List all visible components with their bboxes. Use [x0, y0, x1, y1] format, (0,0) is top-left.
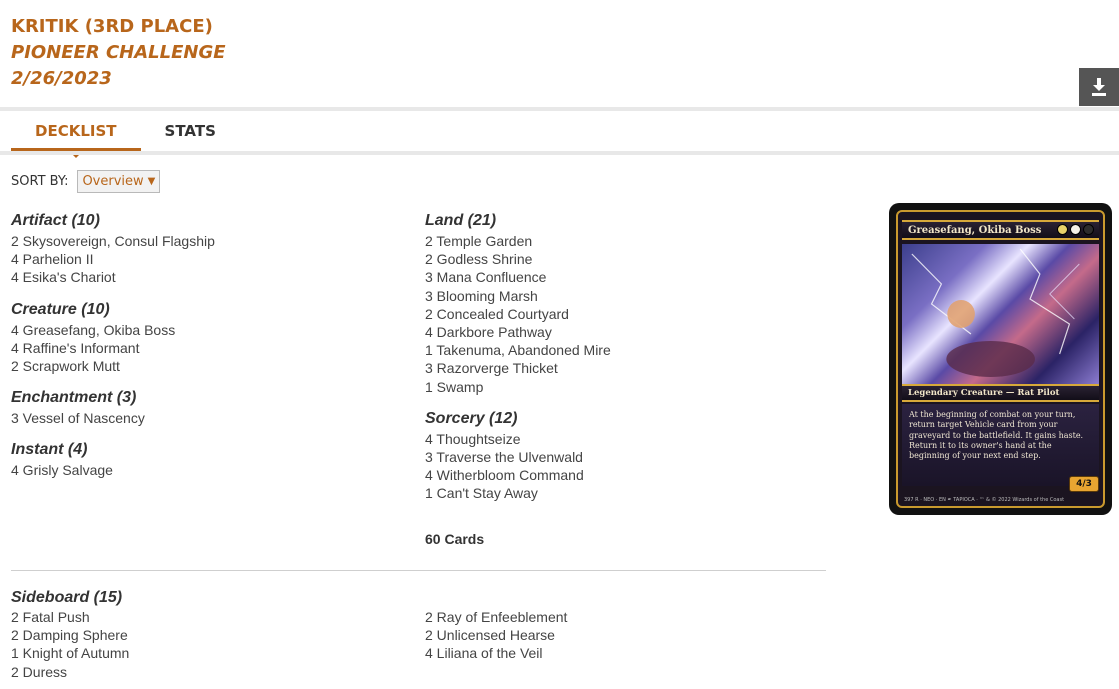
- card-entry[interactable]: 4 Greasefang, Okiba Boss: [11, 321, 411, 339]
- deck-section: Artifact (10) 2 Skysovereign, Consul Flag…: [11, 210, 411, 287]
- sideboard-column-right: 2 Ray of Enfeeblement 2 Unlicensed Hearse…: [425, 608, 567, 663]
- sideboard-card-entry[interactable]: 1 Knight of Autumn: [11, 644, 129, 662]
- card-entry[interactable]: 2 Concealed Courtyard: [425, 305, 825, 323]
- card-entry[interactable]: 4 Parhelion II: [11, 250, 411, 268]
- deck-section: Enchantment (3) 3 Vessel of Nascency: [11, 387, 411, 427]
- card-frame: Greasefang, Okiba Boss Legendary Creatur…: [896, 210, 1105, 508]
- deck-header: KRITIK (3RD PLACE) PIONEER CHALLENGE 2/2…: [11, 14, 226, 92]
- card-entry[interactable]: 3 Vessel of Nascency: [11, 409, 411, 427]
- sideboard-card-entry[interactable]: 4 Liliana of the Veil: [425, 644, 567, 662]
- sort-label: SORT BY:: [11, 174, 69, 189]
- deck-section: Land (21) 2 Temple Garden 2 Godless Shrine…: [425, 210, 825, 396]
- tab-bar: DECKLIST STATS: [11, 112, 240, 158]
- sideboard-heading: Sideboard (15): [11, 589, 123, 606]
- card-entry[interactable]: 4 Darkbore Pathway: [425, 323, 825, 341]
- card-preview-rules-text: At the beginning of combat on your turn,…: [902, 404, 1099, 486]
- sideboard-column-left: 2 Fatal Push 2 Damping Sphere 1 Knight of …: [11, 608, 129, 681]
- mana-symbol-icon: [1070, 224, 1081, 235]
- card-entry[interactable]: 4 Esika's Chariot: [11, 268, 411, 286]
- card-count-total: 60 Cards: [425, 531, 485, 547]
- card-entry[interactable]: 2 Godless Shrine: [425, 250, 825, 268]
- card-preview-footer: 397 R · NEO · EN ✒ TAPIOCA · ™ & © 2022 …: [904, 497, 1065, 503]
- section-heading: Creature (10): [11, 300, 110, 318]
- card-art-illustration: [911, 248, 1080, 377]
- sort-control: SORT BY: Overview ▼: [11, 170, 161, 193]
- sort-select[interactable]: Overview ▼: [77, 170, 161, 193]
- sideboard-card-entry[interactable]: 2 Duress: [11, 663, 129, 681]
- download-button[interactable]: [1079, 68, 1119, 106]
- tab-decklist[interactable]: DECKLIST: [11, 112, 141, 158]
- card-preview-power-toughness: 4/3: [1069, 476, 1099, 492]
- card-preview-type-line: Legendary Creature — Rat Pilot: [902, 384, 1099, 402]
- deck-section: Instant (4) 4 Grisly Salvage: [11, 439, 411, 479]
- card-entry[interactable]: 1 Swamp: [425, 378, 825, 396]
- card-preview-image: Greasefang, Okiba Boss Legendary Creatur…: [889, 203, 1112, 515]
- card-entry[interactable]: 3 Blooming Marsh: [425, 287, 825, 305]
- card-entry[interactable]: 3 Traverse the Ulvenwald: [425, 448, 825, 466]
- sideboard-card-entry[interactable]: 2 Damping Sphere: [11, 626, 129, 644]
- card-entry[interactable]: 4 Witherbloom Command: [425, 466, 825, 484]
- sideboard-card-entry[interactable]: 2 Fatal Push: [11, 608, 129, 626]
- card-entry[interactable]: 4 Raffine's Informant: [11, 339, 411, 357]
- sort-selected-value: Overview: [82, 174, 144, 189]
- mana-symbol-icon: [1057, 224, 1068, 235]
- player-name: KRITIK (3RD PLACE): [11, 16, 213, 37]
- decklist-column-right: Land (21) 2 Temple Garden 2 Godless Shrine…: [425, 210, 825, 515]
- card-entry[interactable]: 2 Temple Garden: [425, 232, 825, 250]
- section-heading: Land (21): [425, 212, 497, 229]
- card-entry[interactable]: 1 Takenuma, Abandoned Mire: [425, 341, 825, 359]
- chevron-down-icon: ▼: [147, 176, 156, 187]
- sideboard-card-entry[interactable]: 2 Ray of Enfeeblement: [425, 608, 567, 626]
- card-entry[interactable]: 2 Skysovereign, Consul Flagship: [11, 232, 411, 250]
- section-heading: Enchantment (3): [11, 389, 137, 407]
- section-heading: Artifact (10): [11, 212, 100, 229]
- mana-cost-icons: [1057, 224, 1094, 235]
- card-entry[interactable]: 4 Thoughtseize: [425, 430, 825, 448]
- deck-section: Sorcery (12) 4 Thoughtseize 3 Traverse the…: [425, 408, 825, 503]
- sideboard-card-entry[interactable]: 2 Unlicensed Hearse: [425, 626, 567, 644]
- card-entry[interactable]: 4 Grisly Salvage: [11, 461, 411, 479]
- download-icon: [1092, 78, 1106, 96]
- card-art: [902, 244, 1099, 384]
- tabs-divider: [0, 151, 1119, 155]
- tab-stats[interactable]: STATS: [141, 112, 240, 151]
- card-preview-name: Greasefang, Okiba Boss: [902, 220, 1099, 240]
- sideboard-divider: [11, 570, 826, 571]
- event-name: PIONEER CHALLENGE: [11, 42, 226, 63]
- card-entry[interactable]: 2 Scrapwork Mutt: [11, 357, 411, 375]
- decklist-column-left: Artifact (10) 2 Skysovereign, Consul Flag…: [11, 210, 411, 492]
- mana-symbol-icon: [1083, 224, 1094, 235]
- header-divider: [0, 107, 1119, 111]
- deck-section: Creature (10) 4 Greasefang, Okiba Boss 4 R…: [11, 299, 411, 376]
- section-heading: Sorcery (12): [425, 409, 518, 427]
- card-entry[interactable]: 3 Razorverge Thicket: [425, 359, 825, 377]
- card-entry[interactable]: 3 Mana Confluence: [425, 268, 825, 286]
- card-entry[interactable]: 1 Can't Stay Away: [425, 484, 825, 502]
- event-date: 2/26/2023: [11, 68, 112, 89]
- section-heading: Instant (4): [11, 441, 88, 459]
